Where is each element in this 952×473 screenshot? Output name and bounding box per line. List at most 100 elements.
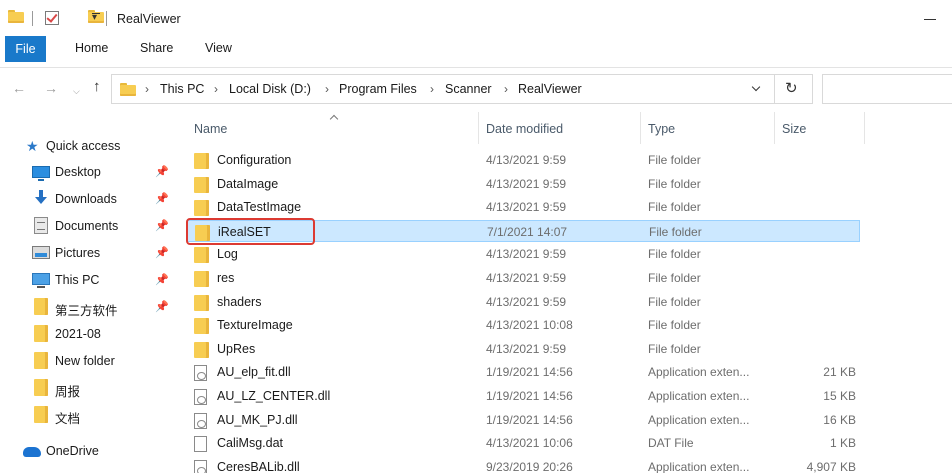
chevron-right-icon[interactable]: › <box>430 82 434 96</box>
refresh-icon: ↻ <box>785 80 798 97</box>
file-date-modified: 4/13/2021 10:06 <box>486 436 573 451</box>
sidebar-item-downloads[interactable]: Downloads 📌 <box>0 187 178 211</box>
search-input[interactable] <box>822 74 952 104</box>
column-header-size[interactable]: Size <box>775 110 865 146</box>
file-type: Application exten... <box>648 459 750 473</box>
chevron-right-icon[interactable]: › <box>214 82 218 96</box>
folder-icon <box>34 298 48 315</box>
sidebar-item-desktop[interactable]: Desktop 📌 <box>0 160 178 184</box>
file-type: File folder <box>648 318 701 333</box>
file-date-modified: 4/13/2021 9:59 <box>486 200 567 215</box>
file-row[interactable]: AU_elp_fit.dll 1/19/2021 14:56 Application… <box>187 361 860 383</box>
forward-arrow-icon[interactable]: → <box>44 81 58 95</box>
column-header-label: Date modified <box>486 122 564 136</box>
folder-icon <box>194 294 209 311</box>
sidebar-item-2021-08[interactable]: 2021-08 <box>0 322 178 346</box>
file-name: res <box>217 271 235 285</box>
file-date-modified: 4/13/2021 9:59 <box>486 176 567 191</box>
pin-icon[interactable]: 📌 <box>155 165 169 178</box>
sidebar-item-quick-access[interactable]: ★ Quick access <box>0 134 178 158</box>
breadcrumb-realviewer[interactable]: RealViewer <box>518 82 582 96</box>
file-row[interactable]: DataTestImage 4/13/2021 9:59 File folder <box>187 196 860 218</box>
file-row[interactable]: AU_MK_PJ.dll 1/19/2021 14:56 Application e… <box>187 409 860 431</box>
column-header-type[interactable]: Type <box>641 110 773 146</box>
file-type: Application exten... <box>648 365 750 380</box>
file-row[interactable]: Log 4/13/2021 9:59 File folder <box>187 243 860 265</box>
chevron-right-icon[interactable]: › <box>145 82 149 96</box>
column-divider[interactable] <box>864 112 865 144</box>
file-type: File folder <box>648 341 701 356</box>
breadcrumb-program-files[interactable]: Program Files <box>339 82 417 96</box>
sidebar-item-new-folder[interactable]: New folder <box>0 349 178 373</box>
pin-icon[interactable]: 📌 <box>155 246 169 259</box>
sidebar-item-label: Pictures <box>55 246 101 260</box>
file-row[interactable]: res 4/13/2021 9:59 File folder <box>187 267 860 289</box>
file-type: Application exten... <box>648 389 750 403</box>
chevron-right-icon[interactable]: › <box>325 82 329 96</box>
file-date-modified: 4/13/2021 9:59 <box>486 294 567 309</box>
up-arrow-icon[interactable]: ↑ <box>93 79 101 94</box>
file-row[interactable]: DataImage 4/13/2021 9:59 File folder <box>187 173 860 195</box>
chevron-right-icon[interactable]: › <box>504 82 508 96</box>
window-title: RealViewer <box>117 12 181 26</box>
tab-file[interactable]: File <box>5 36 46 62</box>
cloud-icon <box>23 447 41 457</box>
tab-share[interactable]: Share <box>140 41 173 55</box>
file-date-modified: 4/13/2021 9:59 <box>486 153 567 167</box>
title-bar: ▾ RealViewer <box>0 0 952 36</box>
file-row[interactable]: CaliMsg.dat 4/13/2021 10:06 DAT File 1 KB <box>187 432 860 454</box>
ribbon-tabs: File Home Share View <box>0 36 952 68</box>
file-row[interactable]: TextureImage 4/13/2021 10:08 File folder <box>187 314 860 336</box>
pin-icon[interactable]: 📌 <box>155 219 169 232</box>
recent-locations-icon[interactable]: ⌵ <box>73 84 80 98</box>
pin-icon[interactable]: 📌 <box>155 300 169 313</box>
file-type: File folder <box>648 176 701 191</box>
tab-home[interactable]: Home <box>75 41 108 55</box>
file-name: Log <box>217 247 238 262</box>
sidebar-item-pictures[interactable]: Pictures 📌 <box>0 241 178 265</box>
file-date-modified: 7/1/2021 14:07 <box>487 224 568 239</box>
properties-icon[interactable] <box>45 11 59 25</box>
tab-view[interactable]: View <box>205 41 232 55</box>
folder-icon <box>8 10 24 23</box>
refresh-button[interactable]: ↻ <box>775 74 813 104</box>
file-size: 1 KB <box>829 436 856 451</box>
folder-icon <box>194 271 209 287</box>
file-date-modified: 4/13/2021 9:59 <box>486 247 567 262</box>
file-type: File folder <box>648 153 701 167</box>
sidebar-item-label: New folder <box>55 354 115 368</box>
minimize-button[interactable] <box>916 10 944 28</box>
sidebar-item-label: Desktop <box>55 165 101 179</box>
file-name: CaliMsg.dat <box>217 436 283 451</box>
customize-quick-access-icon[interactable]: ▾ <box>92 12 101 23</box>
sidebar-item-label: This PC <box>55 273 100 287</box>
back-arrow-icon[interactable]: ← <box>12 81 26 95</box>
file-size: 4,907 KB <box>806 459 856 473</box>
breadcrumb-this-pc[interactable]: This PC <box>160 82 204 96</box>
sidebar-item-documents-folder[interactable]: 文档 <box>0 403 178 427</box>
column-header-date-modified[interactable]: Date modified <box>479 110 639 146</box>
sidebar-item-weekly-report[interactable]: 周报 <box>0 376 178 400</box>
chevron-down-icon[interactable] <box>752 84 761 93</box>
breadcrumb-local-disk[interactable]: Local Disk (D:) <box>229 82 311 96</box>
file-row[interactable]: shaders 4/13/2021 9:59 File folder <box>187 291 860 313</box>
file-type: File folder <box>648 200 701 215</box>
file-row[interactable]: CeresBALib.dll 9/23/2019 20:26 Application… <box>187 456 860 473</box>
file-row[interactable]: Configuration 4/13/2021 9:59 File folder <box>187 149 860 171</box>
pin-icon[interactable]: 📌 <box>155 192 169 205</box>
pin-icon[interactable]: 📌 <box>155 273 169 286</box>
folder-icon <box>194 200 209 217</box>
breadcrumb-scanner[interactable]: Scanner <box>445 82 492 96</box>
file-type: File folder <box>648 294 701 309</box>
sidebar-item-onedrive[interactable]: OneDrive <box>0 439 178 463</box>
dll-icon <box>194 459 207 473</box>
sidebar-item-third-party-software[interactable]: 第三方软件 📌 <box>0 295 178 319</box>
file-type: DAT File <box>648 436 694 451</box>
address-bar[interactable]: › This PC › Local Disk (D:) › Program Fi… <box>111 74 775 104</box>
file-name: AU_MK_PJ.dll <box>217 412 298 427</box>
file-name: TextureImage <box>217 318 293 333</box>
sidebar-item-this-pc[interactable]: This PC 📌 <box>0 268 178 292</box>
file-row[interactable]: AU_LZ_CENTER.dll 1/19/2021 14:56 Applicati… <box>187 385 860 407</box>
sidebar-item-documents[interactable]: Documents 📌 <box>0 214 178 238</box>
file-row[interactable]: UpRes 4/13/2021 9:59 File folder <box>187 338 860 360</box>
